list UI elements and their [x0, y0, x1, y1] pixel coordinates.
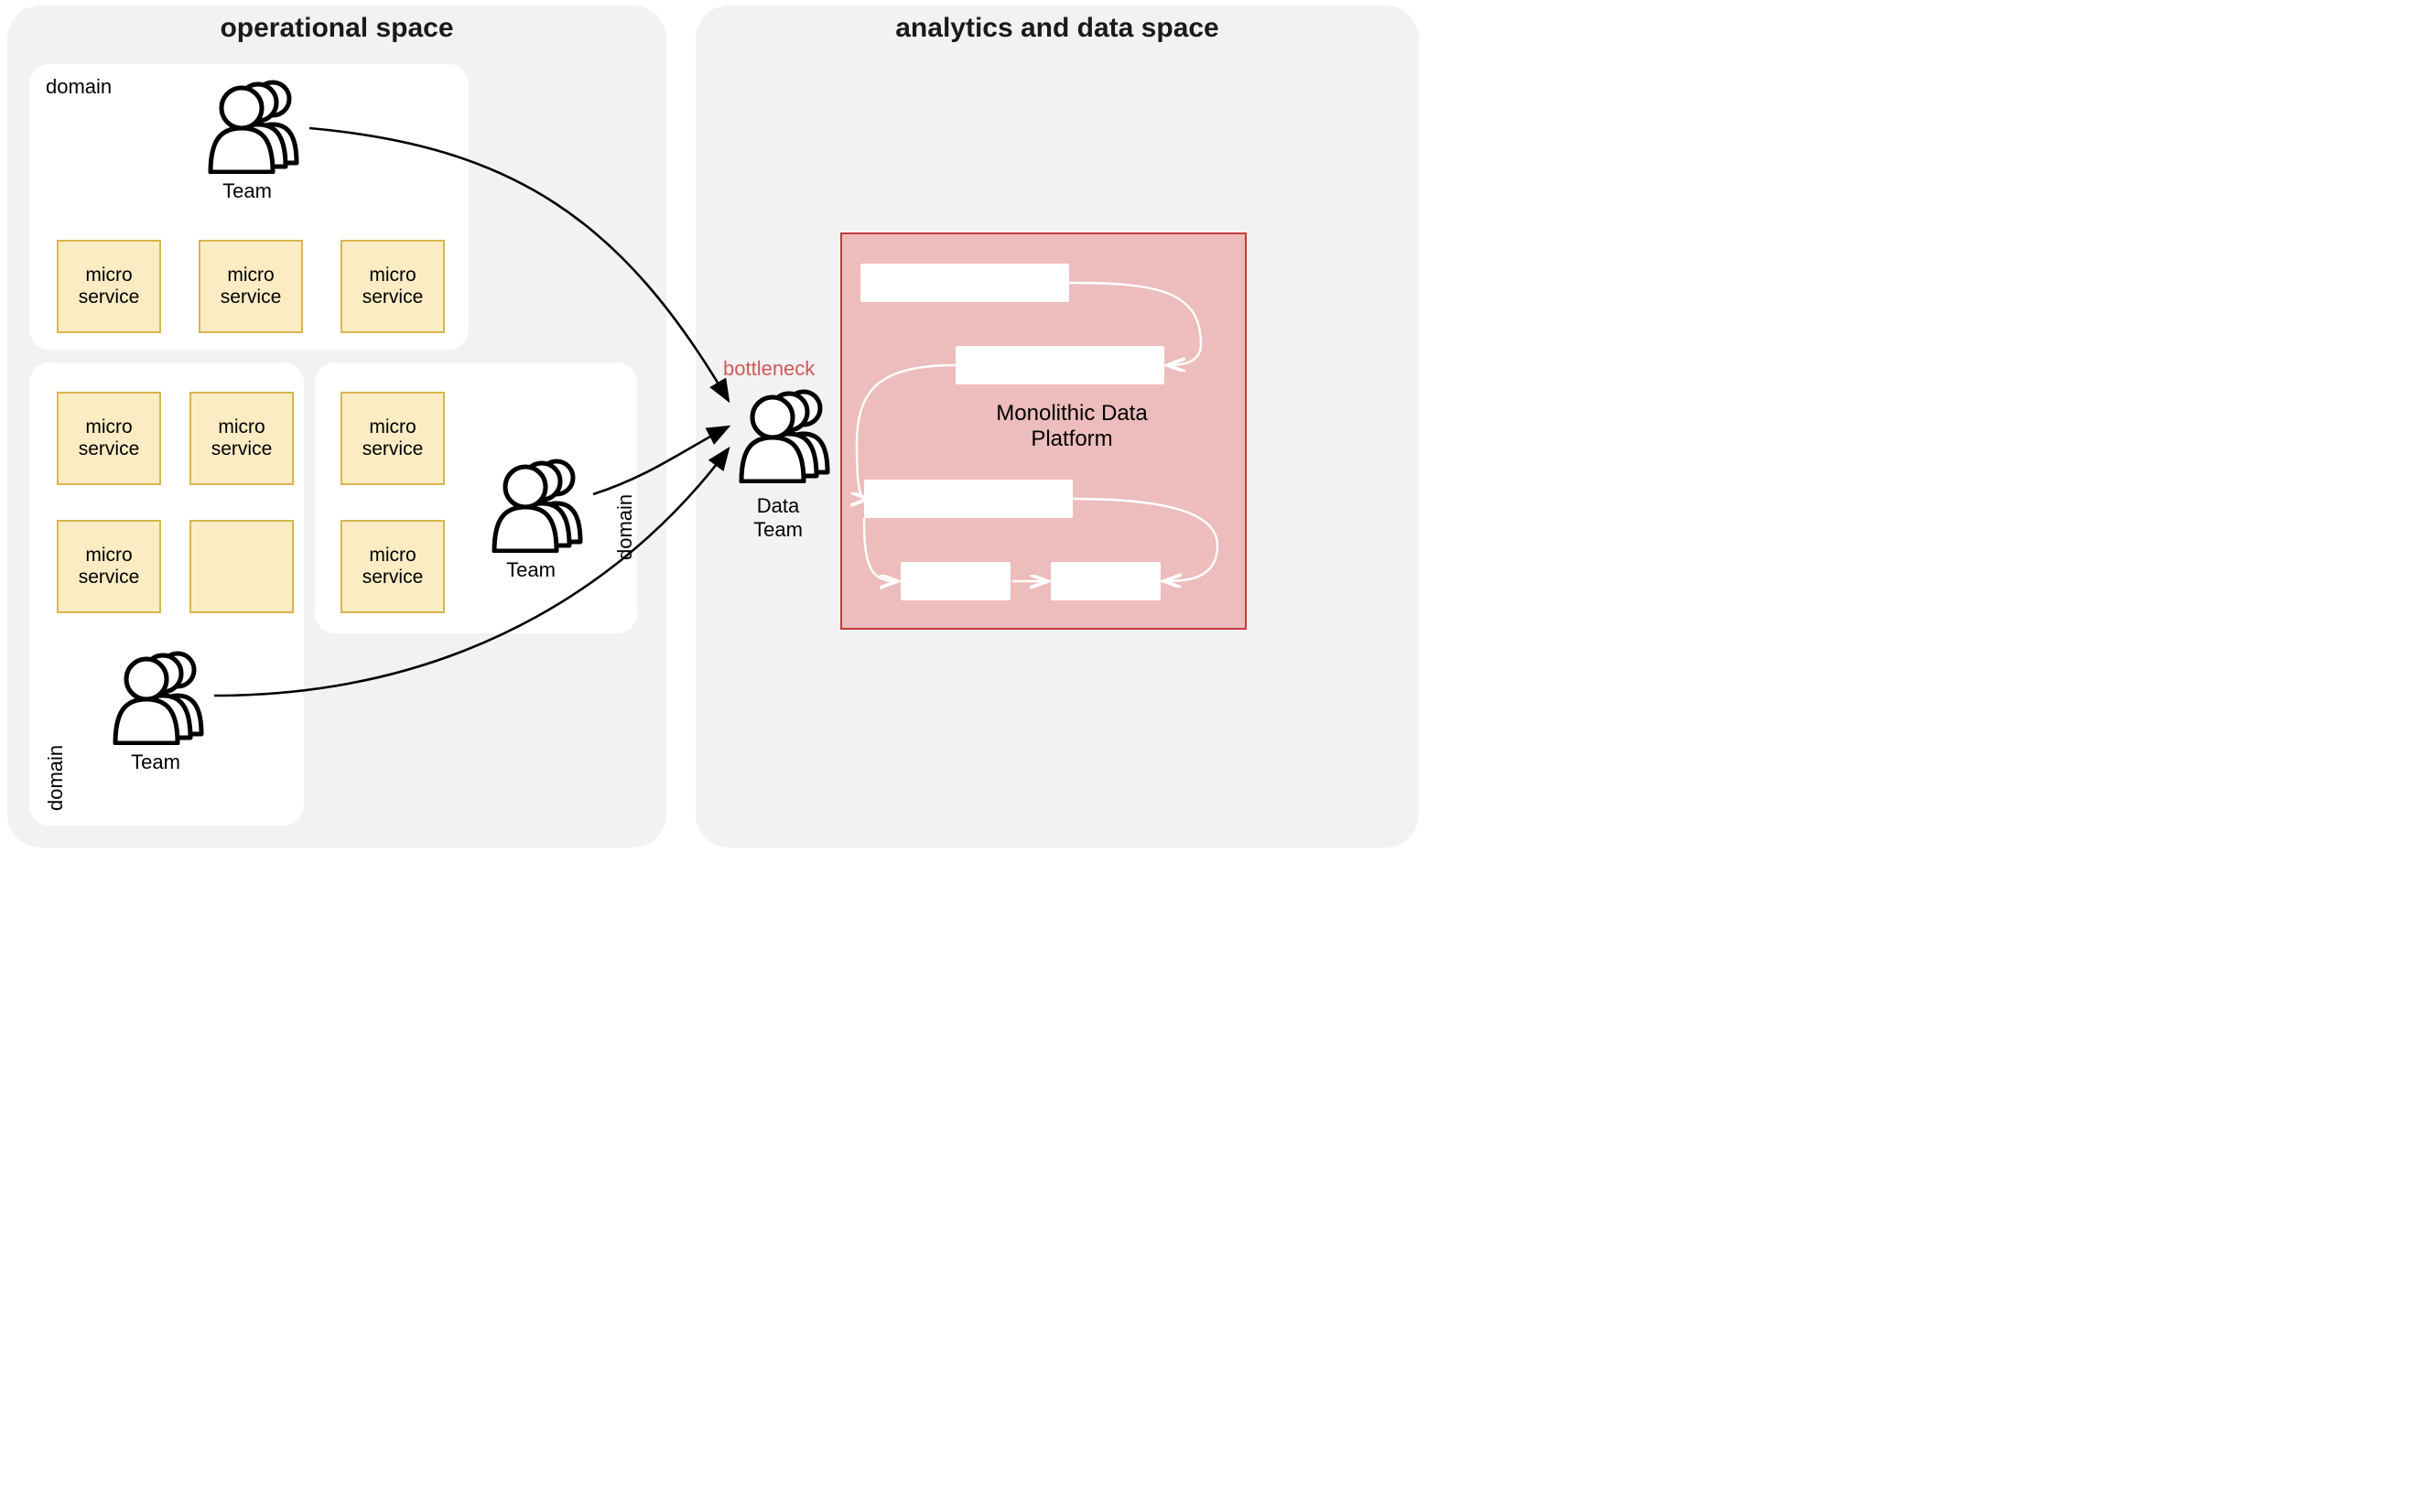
data-team-icon — [732, 383, 842, 483]
microservice-label: micro service — [342, 265, 443, 308]
domain-label-1: domain — [46, 75, 112, 99]
microservice-label: micro service — [59, 265, 159, 308]
domain-label-2: domain — [613, 494, 637, 560]
team-label-1: Team — [211, 179, 284, 203]
monolith-box: Monolithic Data Platform — [840, 232, 1247, 630]
microservice-box: micro service — [57, 240, 161, 333]
data-team-label: Data Team — [741, 494, 815, 542]
microservice-label: micro service — [59, 545, 159, 589]
team-icon — [201, 73, 311, 174]
bottleneck-label: bottleneck — [723, 357, 815, 381]
microservice-label: micro service — [342, 416, 443, 460]
microservice-box — [189, 520, 294, 613]
team-icon — [106, 644, 216, 745]
monolith-flow-arrows — [842, 234, 1245, 628]
microservice-box: micro service — [189, 392, 294, 485]
microservice-box: micro service — [341, 240, 445, 333]
microservice-label: micro service — [200, 265, 301, 308]
team-label-2: Team — [494, 558, 568, 582]
microservice-label: micro service — [342, 545, 443, 589]
microservice-box: micro service — [341, 392, 445, 485]
microservice-box: micro service — [199, 240, 303, 333]
operational-space-title: operational space — [7, 13, 666, 44]
microservice-label: micro service — [59, 416, 159, 460]
microservice-box: micro service — [57, 392, 161, 485]
microservice-box: micro service — [341, 520, 445, 613]
team-icon — [485, 452, 595, 553]
analytics-space-title: analytics and data space — [696, 13, 1419, 44]
microservice-box: micro service — [57, 520, 161, 613]
team-label-3: Team — [119, 751, 192, 774]
microservice-label: micro service — [191, 416, 292, 460]
domain-label-3: domain — [44, 745, 68, 811]
